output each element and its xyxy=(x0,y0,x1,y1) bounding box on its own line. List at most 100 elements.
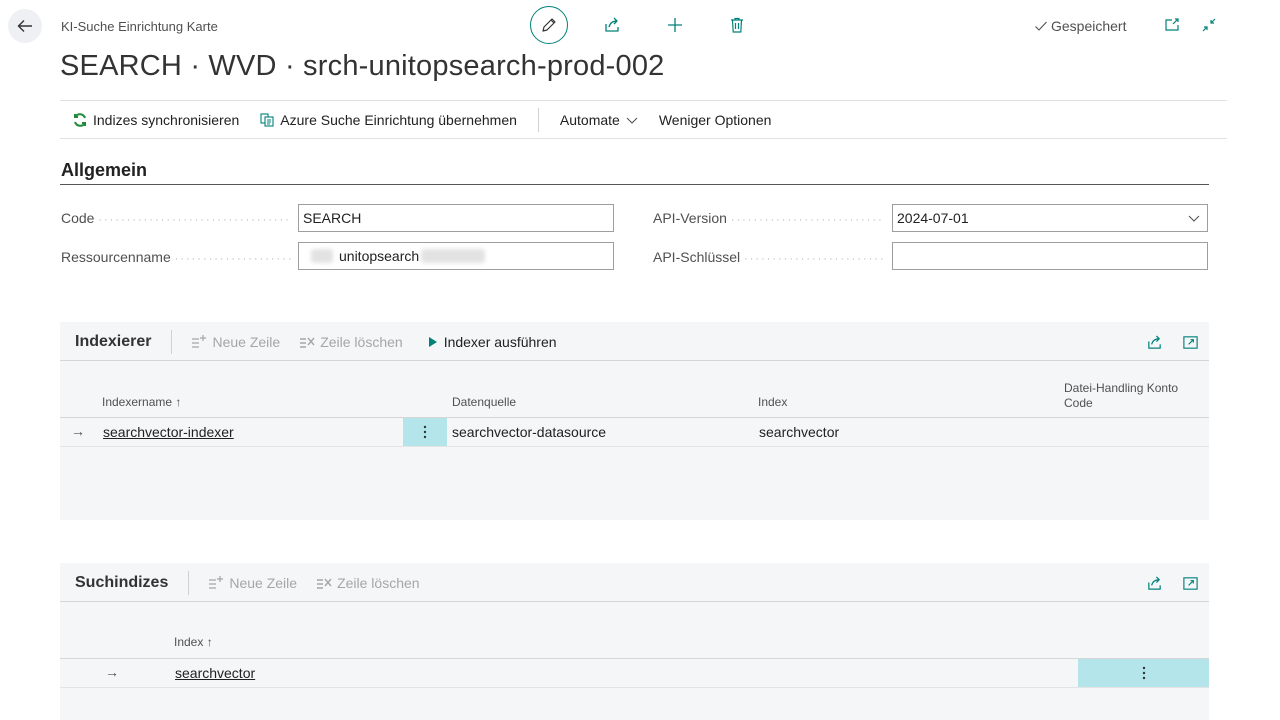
section-divider xyxy=(60,184,1209,185)
api-version-value: 2024-07-01 xyxy=(897,210,969,226)
api-key-field-label: API-Schlüssel ··························… xyxy=(653,249,885,265)
indexer-part-header: Indexierer Neue Zeile Zeile löschen Inde… xyxy=(75,328,1205,356)
sync-indexes-action[interactable]: Indizes synchronisieren xyxy=(72,112,239,128)
api-version-field-label: API-Version ····························… xyxy=(653,210,885,226)
part-divider xyxy=(60,360,1209,361)
chevron-down-icon xyxy=(1188,215,1200,222)
index-new-row-action[interactable]: Neue Zeile xyxy=(208,575,297,591)
refresh-icon xyxy=(74,112,86,127)
collapse-button[interactable] xyxy=(1198,14,1220,36)
index-delete-row-label: Zeile löschen xyxy=(337,575,420,591)
part-divider xyxy=(60,601,1209,602)
back-button[interactable] xyxy=(8,9,42,43)
sort-ascending-icon: ↑ xyxy=(206,635,213,649)
search-index-part-header: Suchindizes Neue Zeile Zeile löschen xyxy=(75,569,1205,597)
more-vertical-icon xyxy=(1142,666,1145,680)
table-row[interactable]: → searchvector xyxy=(60,659,1209,687)
index-delete-row-action[interactable]: Zeile löschen xyxy=(316,575,420,591)
col-header-index[interactable]: Index xyxy=(758,395,787,409)
fewer-options-action[interactable]: Weniger Optionen xyxy=(659,112,772,128)
col-header-file-handling-code[interactable]: Datei-Handling Konto Code xyxy=(1064,381,1194,411)
row-actions-button[interactable] xyxy=(1078,659,1209,687)
api-key-input[interactable] xyxy=(892,242,1208,270)
indexer-name-link[interactable]: searchvector-indexer xyxy=(103,424,234,440)
code-field-label: Code ···································… xyxy=(61,210,291,226)
index-cell[interactable]: searchvector xyxy=(759,424,839,440)
redacted-prefix xyxy=(311,249,333,263)
trash-icon xyxy=(731,17,743,33)
col-header-indexername[interactable]: Indexername ↑ xyxy=(102,395,181,409)
chevron-down-icon xyxy=(626,117,638,124)
expand-icon xyxy=(1183,335,1198,349)
play-icon xyxy=(428,337,437,347)
edit-button[interactable] xyxy=(530,6,568,44)
run-indexer-action[interactable]: Indexer ausführen xyxy=(427,334,557,350)
code-value: SEARCH xyxy=(303,210,362,226)
indexer-new-row-action[interactable]: Neue Zeile xyxy=(191,334,280,350)
resource-name-input[interactable]: unitopsearch xyxy=(298,242,614,270)
new-row-icon xyxy=(192,335,207,348)
index-new-row-label: Neue Zeile xyxy=(229,575,298,591)
table-row[interactable]: → searchvector-indexer searchvector-data… xyxy=(60,418,1209,446)
delete-row-icon xyxy=(317,578,332,589)
azure-setup-action[interactable]: Azure Suche Einrichtung übernehmen xyxy=(259,112,517,128)
code-input[interactable]: SEARCH xyxy=(298,204,614,232)
more-vertical-icon xyxy=(423,425,427,439)
pencil-icon xyxy=(542,18,556,32)
indexer-share-button[interactable] xyxy=(1146,334,1163,351)
arrow-left-icon xyxy=(17,20,32,32)
check-icon xyxy=(1035,21,1047,31)
index-share-button[interactable] xyxy=(1146,575,1163,592)
row-arrow-icon: → xyxy=(71,423,85,439)
indexer-part-title: Indexierer xyxy=(75,333,152,350)
resource-name-value: unitopsearch xyxy=(339,248,420,264)
open-in-new-window-icon xyxy=(1165,18,1179,31)
expand-icon xyxy=(1183,576,1198,590)
run-indexer-label: Indexer ausführen xyxy=(443,334,557,350)
automate-label: Automate xyxy=(559,111,620,128)
part-separator xyxy=(188,571,190,595)
indexer-delete-row-action[interactable]: Zeile löschen xyxy=(299,334,403,350)
sort-ascending-icon: ↑ xyxy=(175,395,182,409)
fewer-options-label: Weniger Optionen xyxy=(658,111,772,128)
saved-label: Gespeichert xyxy=(1051,18,1127,34)
saved-status: Gespeichert xyxy=(1033,18,1126,34)
delete-button[interactable] xyxy=(726,14,748,36)
sync-indexes-label: Indizes synchronisieren xyxy=(93,111,240,128)
share-button[interactable] xyxy=(601,14,623,36)
action-bar: Indizes synchronisieren Azure Suche Einr… xyxy=(60,100,1227,139)
copy-setup-icon xyxy=(260,112,274,127)
indexer-expand-button[interactable] xyxy=(1182,334,1199,351)
row-arrow-icon: → xyxy=(105,664,119,680)
row-divider xyxy=(60,687,1209,688)
page-title: SEARCH · WVD · srch-unitopsearch-prod-00… xyxy=(60,50,665,82)
datasource-cell[interactable]: searchvector-datasource xyxy=(452,424,606,440)
api-version-select[interactable]: 2024-07-01 xyxy=(892,204,1208,232)
page-caption: KI-Suche Einrichtung Karte xyxy=(61,19,218,34)
new-row-icon xyxy=(209,576,224,589)
automate-menu[interactable]: Automate xyxy=(560,112,639,128)
azure-setup-label: Azure Suche Einrichtung übernehmen xyxy=(280,111,517,128)
open-new-window-button[interactable] xyxy=(1161,14,1183,36)
search-index-part-title: Suchindizes xyxy=(75,574,169,591)
row-divider xyxy=(60,446,1209,447)
action-separator xyxy=(537,107,539,132)
col-header-datenquelle[interactable]: Datenquelle xyxy=(452,395,516,409)
plus-icon xyxy=(668,18,682,32)
share-icon xyxy=(605,17,619,32)
search-index-link[interactable]: searchvector xyxy=(175,665,255,681)
indexer-delete-row-label: Zeile löschen xyxy=(320,334,403,350)
delete-row-icon xyxy=(300,337,315,348)
row-actions-button[interactable] xyxy=(403,418,447,446)
redacted-suffix xyxy=(421,249,486,263)
share-icon xyxy=(1148,334,1161,349)
new-button[interactable] xyxy=(664,14,686,36)
indexer-new-row-label: Neue Zeile xyxy=(212,334,281,350)
resource-name-field-label: Ressourcenname ·························… xyxy=(61,249,291,265)
index-expand-button[interactable] xyxy=(1182,575,1199,592)
general-section-title: Allgemein xyxy=(61,160,148,180)
collapse-icon xyxy=(1202,18,1216,32)
share-icon xyxy=(1148,575,1161,590)
part-separator xyxy=(171,330,173,354)
col-header-index[interactable]: Index ↑ xyxy=(174,635,213,649)
